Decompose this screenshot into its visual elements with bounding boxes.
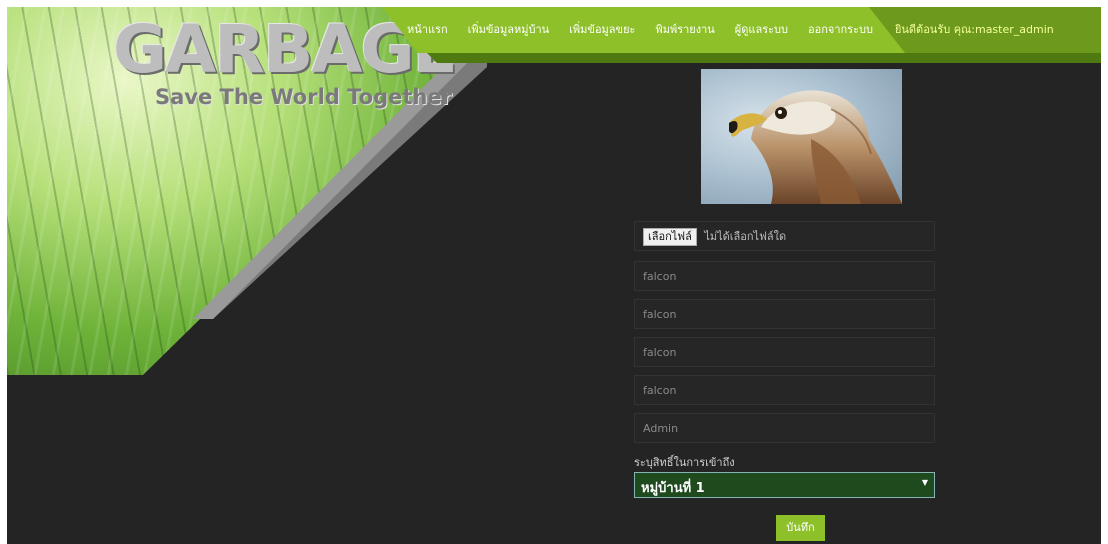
nav-item-home[interactable]: หน้าแรก xyxy=(397,20,458,38)
nav-item-add-garbage[interactable]: เพิ่มข้อมูลขยะ xyxy=(559,20,645,38)
role-field[interactable]: Admin xyxy=(634,413,935,443)
profile-photo xyxy=(701,69,902,204)
nav-underline xyxy=(427,53,1101,63)
page-frame: GARBAGE Save The World Together หน้าแรก … xyxy=(7,7,1101,544)
save-button[interactable]: บันทึก xyxy=(776,515,825,541)
file-status-text: ไม่ได้เลือกไฟล์ใด xyxy=(704,230,787,243)
nav-item-print-report[interactable]: พิมพ์รายงาน xyxy=(645,20,724,38)
access-village-selected: หมู่บ้านที่ 1 xyxy=(641,481,705,496)
nav-item-logout[interactable]: ออกจากระบบ xyxy=(798,20,883,38)
access-permission-label: ระบุสิทธิ์ในการเข้าถึง xyxy=(634,456,735,469)
access-village-select[interactable]: หมู่บ้านที่ 1 ▼ xyxy=(634,472,935,498)
password-field[interactable]: falcon xyxy=(634,375,935,405)
welcome-user-label: ยินดีต้อนรับ คุณ:master_admin xyxy=(894,23,1054,36)
username-field[interactable]: falcon xyxy=(634,337,935,367)
name-field[interactable]: falcon xyxy=(634,261,935,291)
nav-menu: หน้าแรก เพิ่มข้อมูลหมู่บ้าน เพิ่มข้อมูลข… xyxy=(397,20,1064,38)
falcon-image xyxy=(729,90,902,204)
chevron-down-icon: ▼ xyxy=(921,478,928,487)
choose-file-button[interactable]: เลือกไฟล์ xyxy=(643,228,697,246)
nav-item-admin[interactable]: ผู้ดูแลระบบ xyxy=(725,20,798,38)
nav-item-add-village[interactable]: เพิ่มข้อมูลหมู่บ้าน xyxy=(458,20,560,38)
surname-field[interactable]: falcon xyxy=(634,299,935,329)
file-upload-field: เลือกไฟล์ ไม่ได้เลือกไฟล์ใด xyxy=(634,221,935,251)
site-tagline: Save The World Together xyxy=(155,85,452,109)
